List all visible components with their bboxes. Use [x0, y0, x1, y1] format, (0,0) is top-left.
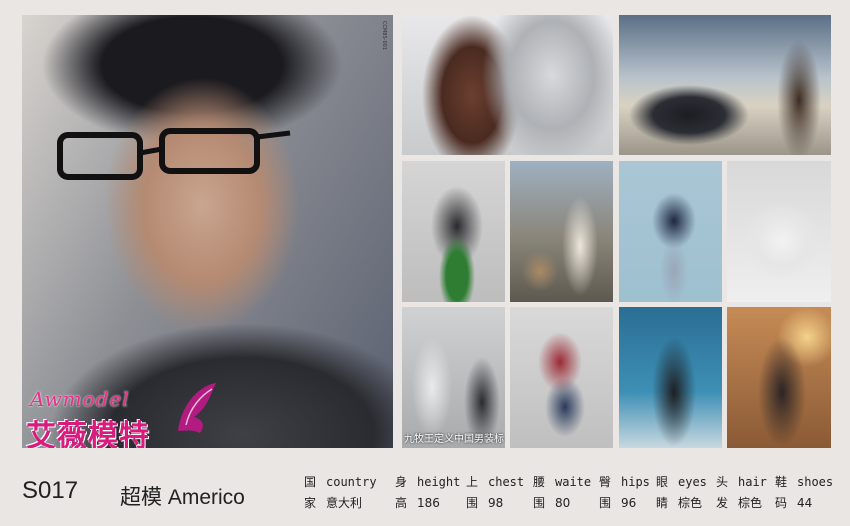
stat-cn-bottom: 家	[304, 496, 317, 510]
logo-chinese-text: 艾薇模特	[26, 419, 150, 448]
photo-code-label: CCM8S-001	[381, 21, 387, 50]
stat-cn-top: 鞋	[775, 475, 788, 489]
stat-label: country	[326, 475, 377, 489]
stat-value: 棕色	[678, 496, 703, 510]
stat-cn-bottom: 码	[775, 496, 788, 510]
stat-cn-top: 上	[466, 475, 479, 489]
stat-label: height	[417, 475, 461, 489]
stat-label: eyes	[678, 475, 707, 489]
stat-label: chest	[488, 475, 525, 489]
stat-value: 186	[417, 496, 440, 510]
stat-value: 意大利	[326, 496, 363, 510]
stat-label: waite	[555, 475, 592, 489]
stat-label: shoes	[797, 475, 834, 489]
logo-latin-text: Awmodel	[30, 387, 130, 411]
photo-red-blazer	[510, 307, 613, 448]
stat-label: hair	[738, 475, 767, 489]
photo-bridge-dog	[510, 161, 613, 302]
stat-cn-top: 身	[395, 475, 408, 489]
photo-argyle-sweater	[619, 161, 722, 302]
stat-cn-bottom: 睛	[656, 496, 669, 510]
stat-cn-bottom: 围	[533, 496, 546, 510]
photo-aviator-jacket	[402, 15, 613, 155]
stat-label: hips	[621, 475, 650, 489]
stat-cn-bottom: 围	[599, 496, 612, 510]
stat-value: 棕色	[738, 496, 763, 510]
stat-value: 98	[488, 496, 504, 510]
stat-cn-top: 国	[304, 475, 317, 489]
model-code: S017	[22, 477, 79, 504]
photo-warm-interior	[727, 307, 831, 448]
ad-caption: 九牧王定义中国男装标	[404, 434, 504, 445]
glasses-shape	[57, 128, 291, 180]
butterfly-wing-icon	[178, 383, 216, 433]
stat-value: 80	[555, 496, 571, 510]
stat-cn-top: 眼	[656, 475, 669, 489]
model-title: 超模 Americo	[120, 486, 245, 509]
stat-cn-bottom: 发	[716, 496, 729, 510]
stat-cn-bottom: 围	[466, 496, 479, 510]
photo-white-shirt	[727, 161, 831, 302]
photo-with-car	[619, 15, 831, 155]
stat-cn-bottom: 高	[395, 496, 408, 510]
photo-green-trousers	[402, 161, 505, 302]
stat-cn-top: 头	[716, 475, 729, 489]
stat-value: 44	[797, 496, 813, 510]
model-info-bar: S017 超模 Americo 国 country 家意大利 身 height 高1…	[0, 456, 850, 526]
agency-logo: Awmodel 艾薇模特	[26, 383, 226, 448]
stat-cn-top: 腰	[533, 475, 546, 489]
photo-suits-ad: 九牧王定义中国男装标	[402, 307, 505, 448]
main-portrait-photo: CCM8S-001 Awmodel 艾薇模特	[22, 15, 393, 448]
stat-value: 96	[621, 496, 637, 510]
stat-cn-top: 臀	[599, 475, 612, 489]
photo-teal-backdrop	[619, 307, 722, 448]
